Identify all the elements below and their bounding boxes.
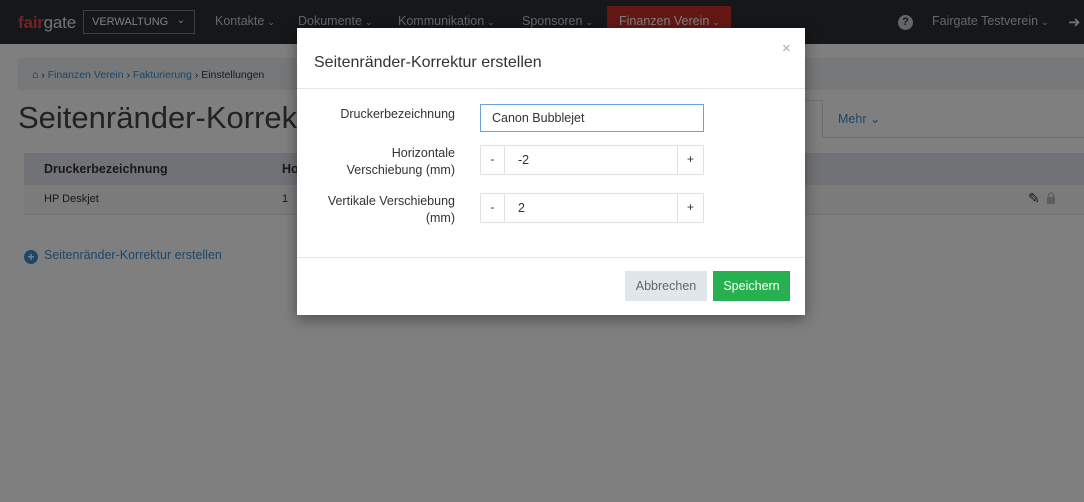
create-margin-correction-dialog: Seitenränder-Korrektur erstellen × Druck… xyxy=(297,28,805,315)
dialog-title: Seitenränder-Korrektur erstellen xyxy=(314,54,542,71)
dialog-footer-divider xyxy=(297,257,805,258)
vertical-offset-label: Vertikale Verschiebung (mm) xyxy=(327,194,455,225)
horizontal-offset-input[interactable] xyxy=(506,146,678,174)
vertical-offset-stepper: - + xyxy=(480,193,704,223)
vertical-offset-input[interactable] xyxy=(506,194,678,222)
horizontal-decrement-button[interactable]: - xyxy=(481,146,505,174)
save-button[interactable]: Speichern xyxy=(713,271,790,301)
vertical-decrement-button[interactable]: - xyxy=(481,194,505,222)
printer-name-label: Druckerbezeichnung xyxy=(340,107,455,121)
horizontal-offset-label: Horizontale Verschiebung (mm) xyxy=(346,146,455,177)
printer-name-input[interactable] xyxy=(480,104,704,132)
dialog-header-divider xyxy=(297,88,805,89)
horizontal-increment-button[interactable]: + xyxy=(677,146,703,174)
horizontal-offset-stepper: - + xyxy=(480,145,704,175)
close-icon[interactable]: × xyxy=(782,40,791,57)
vertical-increment-button[interactable]: + xyxy=(677,194,703,222)
cancel-button[interactable]: Abbrechen xyxy=(625,271,707,301)
